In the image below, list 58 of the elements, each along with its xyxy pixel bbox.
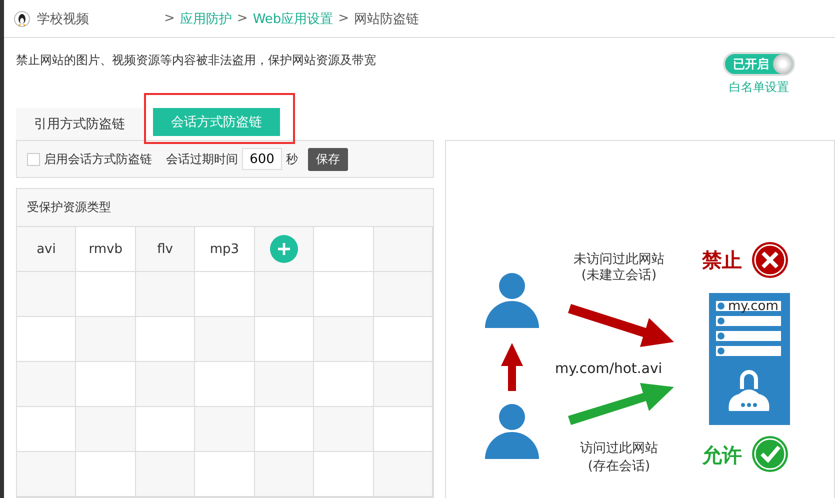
checkbox-label: 启用会话方式防盗链 — [44, 150, 152, 168]
breadcrumb-separator: > — [236, 11, 248, 26]
table-cell — [254, 407, 314, 452]
table-cell — [136, 272, 196, 317]
add-button[interactable] — [270, 235, 298, 263]
table-cell — [254, 362, 314, 407]
plus-icon — [276, 242, 291, 256]
breadcrumb-link[interactable]: Web应用设置 — [252, 10, 334, 28]
checkbox[interactable] — [27, 152, 40, 166]
save-button[interactable]: 保存 — [308, 148, 348, 170]
denied-caption: 未访问过此网站 — [574, 252, 664, 267]
person-icon — [485, 273, 539, 328]
description-text: 禁止网站的图片、视频资源等内容被非法盗用，保护网站资源及带宽 — [16, 52, 376, 69]
tab[interactable]: 会话方式防盗链 — [153, 108, 280, 136]
table-cell — [136, 317, 196, 362]
table-cell — [314, 407, 374, 452]
allowed-caption: (存在会话) — [588, 459, 650, 474]
denied-label: 禁止 — [702, 248, 742, 272]
table-cell: flv — [136, 227, 196, 272]
table-cell — [195, 317, 255, 362]
table-cell — [314, 317, 374, 362]
toggle-switch[interactable]: 已开启 — [723, 52, 795, 76]
table-cell — [76, 407, 136, 452]
tab[interactable]: 引用方式防盗链 — [16, 108, 143, 140]
breadcrumb-link[interactable]: 应用防护 — [180, 10, 232, 28]
breadcrumb-separator: > — [338, 11, 350, 26]
denied-caption: (未建立会话) — [581, 268, 657, 283]
allowed-label: 允许 — [702, 443, 742, 467]
table-cell: rmvb — [76, 227, 136, 272]
breadcrumb-text: 网站防盗链 — [354, 10, 420, 28]
table-cell: avi — [17, 227, 76, 272]
table-cell: mp3 — [195, 227, 255, 272]
breadcrumb-text: 学校视频 — [37, 10, 89, 28]
table-cell — [314, 362, 374, 407]
person-icon — [485, 404, 539, 459]
whitelist-link[interactable]: 白名单设置 — [729, 79, 789, 96]
table-cell — [195, 362, 255, 407]
table-cell — [136, 362, 196, 407]
check-icon — [752, 436, 788, 472]
table-cell — [314, 272, 374, 317]
server-drawing: my.com — [709, 293, 790, 425]
expire-label: 会话过期时间 — [166, 150, 238, 168]
cross-icon — [752, 242, 788, 278]
input-field[interactable]: 600 — [242, 148, 282, 170]
table-cell — [195, 272, 255, 317]
table-cell — [136, 407, 196, 452]
penguin-icon — [14, 10, 30, 28]
table-cell — [195, 407, 255, 452]
arrow — [501, 343, 523, 391]
table-cell — [76, 317, 136, 362]
table-title: 受保护资源类型 — [17, 189, 433, 227]
table-cell — [76, 272, 136, 317]
allowed-caption: 访问过此网站 — [580, 441, 658, 456]
table-cell — [76, 362, 136, 407]
unit-text: 秒 — [286, 150, 298, 168]
table-cell — [254, 317, 314, 362]
breadcrumb-separator: > — [164, 11, 175, 26]
url-text: my.com/hot.avi — [555, 361, 662, 377]
